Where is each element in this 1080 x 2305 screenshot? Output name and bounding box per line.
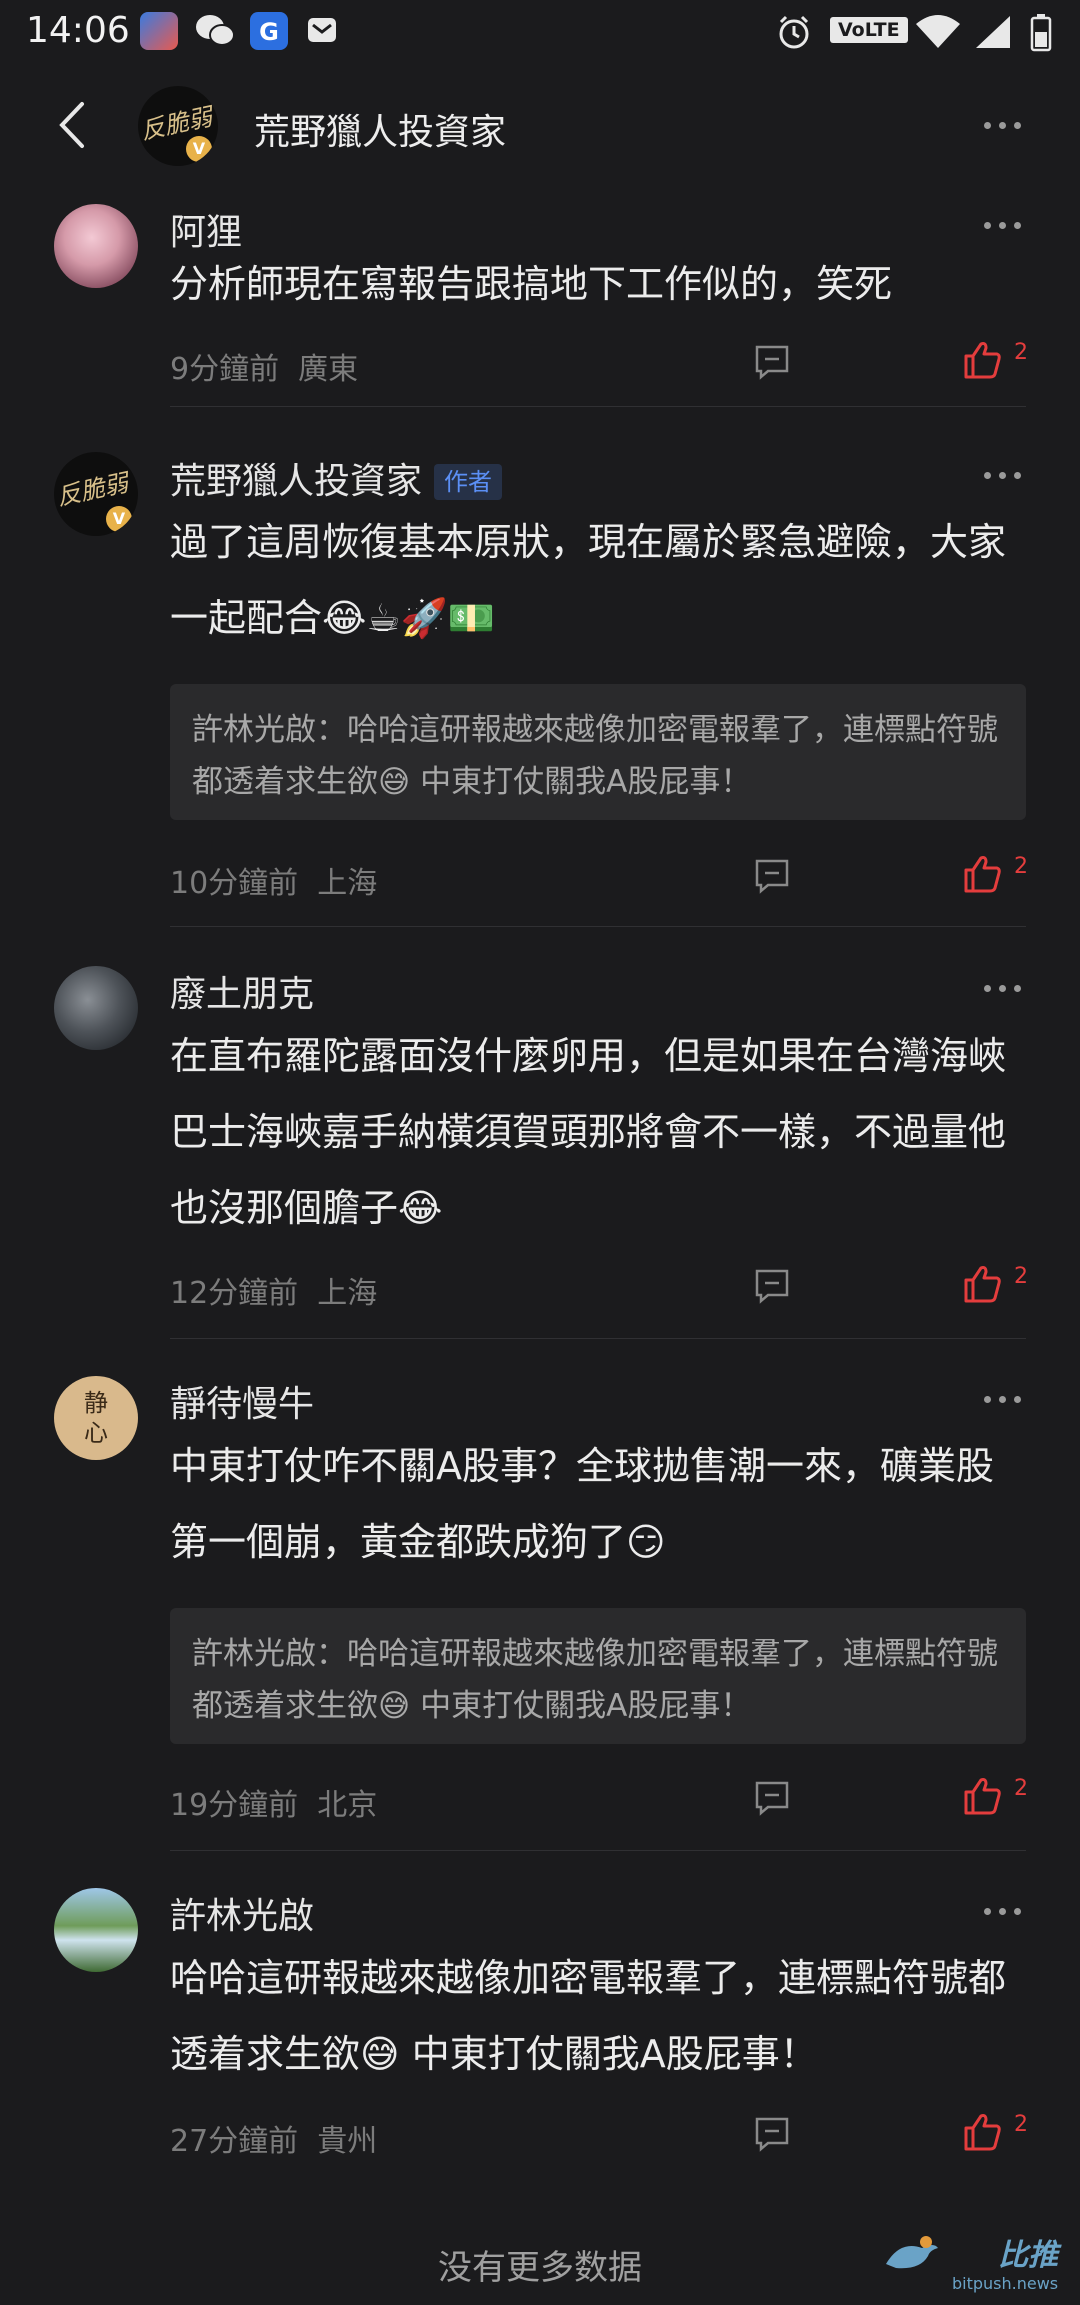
- like-count: 2: [1014, 340, 1028, 365]
- comment-more-button[interactable]: [984, 985, 1021, 992]
- quoted-reply-text: 許林光啟：哈哈這研報越來越像加密電報羣了，連標點符號都透着求生欲😅 中東打仗關我…: [192, 1636, 998, 1724]
- like-icon[interactable]: [962, 2112, 1002, 2152]
- like-count: 2: [1014, 1264, 1028, 1289]
- comment-time: 12分鐘前 上海: [170, 1276, 378, 1311]
- comment-location: 貴州: [317, 2124, 378, 2159]
- stock-app-icon: [140, 12, 178, 50]
- watermark: 比推 bitpush.news: [952, 2230, 1058, 2293]
- comment-text: 哈哈這研報越來越像加密電報羣了，連標點符號都透着求生欲😅 中東打仗關我A股屁事！: [170, 1940, 1020, 2092]
- divider: [170, 1338, 1026, 1339]
- like-icon[interactable]: [962, 1776, 1002, 1816]
- reply-icon[interactable]: [754, 1268, 790, 1304]
- avatar-text: 反脆弱: [54, 468, 131, 512]
- emoji: 😅: [378, 1688, 411, 1724]
- divider: [170, 926, 1026, 927]
- comment-time: 19分鐘前 北京: [170, 1788, 378, 1823]
- watermark-brand: 比推: [998, 2238, 1059, 2273]
- comment-location: 上海: [317, 1276, 378, 1311]
- comment-more-button[interactable]: [984, 1908, 1021, 1915]
- author-badge: 作者: [434, 463, 503, 500]
- commenter-name[interactable]: 靜待慢牛: [170, 1375, 314, 1427]
- avatar[interactable]: [54, 204, 138, 288]
- emoji: 😅: [360, 2032, 400, 2076]
- avatar[interactable]: [54, 966, 138, 1050]
- svg-text:G: G: [259, 18, 279, 46]
- comment-location: 廣東: [298, 352, 359, 387]
- comment-text: 分析師現在寫報告跟搞地下工作似的，笑死: [170, 262, 893, 306]
- wifi-icon: [914, 14, 962, 54]
- watermark-bird-icon: [882, 2234, 942, 2278]
- emoji: 😂☕🚀💵: [322, 596, 496, 640]
- comment-time: 9分鐘前 廣東: [170, 352, 359, 387]
- volte-badge: VoLTE: [830, 17, 908, 43]
- emoji: 😅: [378, 764, 411, 800]
- avatar[interactable]: 静心: [54, 1376, 138, 1460]
- watermark-site: bitpush.news: [952, 2274, 1059, 2293]
- page-title: 荒野獵人投資家: [254, 112, 507, 153]
- commenter-name[interactable]: 許林光啟: [170, 1887, 314, 1939]
- mail-icon: [306, 14, 338, 50]
- comment-more-button[interactable]: [984, 222, 1021, 229]
- verified-badge: V: [186, 136, 212, 162]
- wechat-icon: [194, 12, 236, 54]
- app-g-icon: G: [250, 12, 288, 50]
- quoted-reply[interactable]: 許林光啟：哈哈這研報越來越像加密電報羣了，連標點符號都透着求生欲😅 中東打仗關我…: [170, 1608, 1026, 1744]
- commenter-name[interactable]: 荒野獵人投資家 作者: [170, 452, 503, 504]
- like-icon[interactable]: [962, 854, 1002, 894]
- comment-time: 10分鐘前 上海: [170, 866, 378, 901]
- like-count: 2: [1014, 854, 1028, 879]
- reply-icon[interactable]: [754, 858, 790, 894]
- comment-text: 過了這周恢復基本原狀，現在屬於緊急避險，大家一起配合😂☕🚀💵: [170, 504, 1020, 656]
- reply-icon[interactable]: [754, 344, 790, 380]
- comment-text: 中東打仗咋不關A股事？全球拋售潮一來，礦業股第一個崩，黃金都跌成狗了😏: [170, 1428, 1020, 1580]
- reply-icon[interactable]: [754, 1780, 790, 1816]
- like-count: 2: [1014, 2112, 1028, 2137]
- comment-location: 上海: [317, 866, 378, 901]
- more-options-button[interactable]: [984, 122, 1021, 129]
- comment-location: 北京: [317, 1788, 378, 1823]
- comment-text: 在直布羅陀露面沒什麼卵用，但是如果在台灣海峽巴士海峽嘉手納橫須賀頭那將會不一樣，…: [170, 1018, 1020, 1246]
- quoted-reply[interactable]: 許林光啟：哈哈這研報越來越像加密電報羣了，連標點符號都透着求生欲😅 中東打仗關我…: [170, 684, 1026, 820]
- like-count: 2: [1014, 1776, 1028, 1801]
- divider: [170, 1850, 1026, 1851]
- verified-badge: V: [106, 506, 132, 532]
- emoji: 😏: [626, 1520, 666, 1564]
- status-time: 14:06: [26, 10, 130, 51]
- divider: [170, 406, 1026, 407]
- quoted-reply-text: 許林光啟：哈哈這研報越來越像加密電報羣了，連標點符號都透着求生欲😅 中東打仗關我…: [192, 712, 998, 800]
- commenter-name[interactable]: 廢土朋克: [170, 965, 314, 1017]
- emoji: 😂: [398, 1186, 443, 1230]
- comment-time: 27分鐘前 貴州: [170, 2124, 378, 2159]
- comment-more-button[interactable]: [984, 1396, 1021, 1403]
- comment-more-button[interactable]: [984, 472, 1021, 479]
- header-avatar[interactable]: 反脆弱 V: [138, 86, 218, 166]
- avatar[interactable]: 反脆弱 V: [54, 452, 138, 536]
- reply-icon[interactable]: [754, 2116, 790, 2152]
- back-button[interactable]: [52, 100, 92, 150]
- cellular-signal-icon: [972, 14, 1012, 54]
- avatar[interactable]: [54, 1888, 138, 1972]
- like-icon[interactable]: [962, 340, 1002, 380]
- alarm-icon: [776, 14, 812, 54]
- avatar-text: 静心: [84, 1389, 108, 1447]
- battery-icon: [1030, 14, 1052, 56]
- like-icon[interactable]: [962, 1264, 1002, 1304]
